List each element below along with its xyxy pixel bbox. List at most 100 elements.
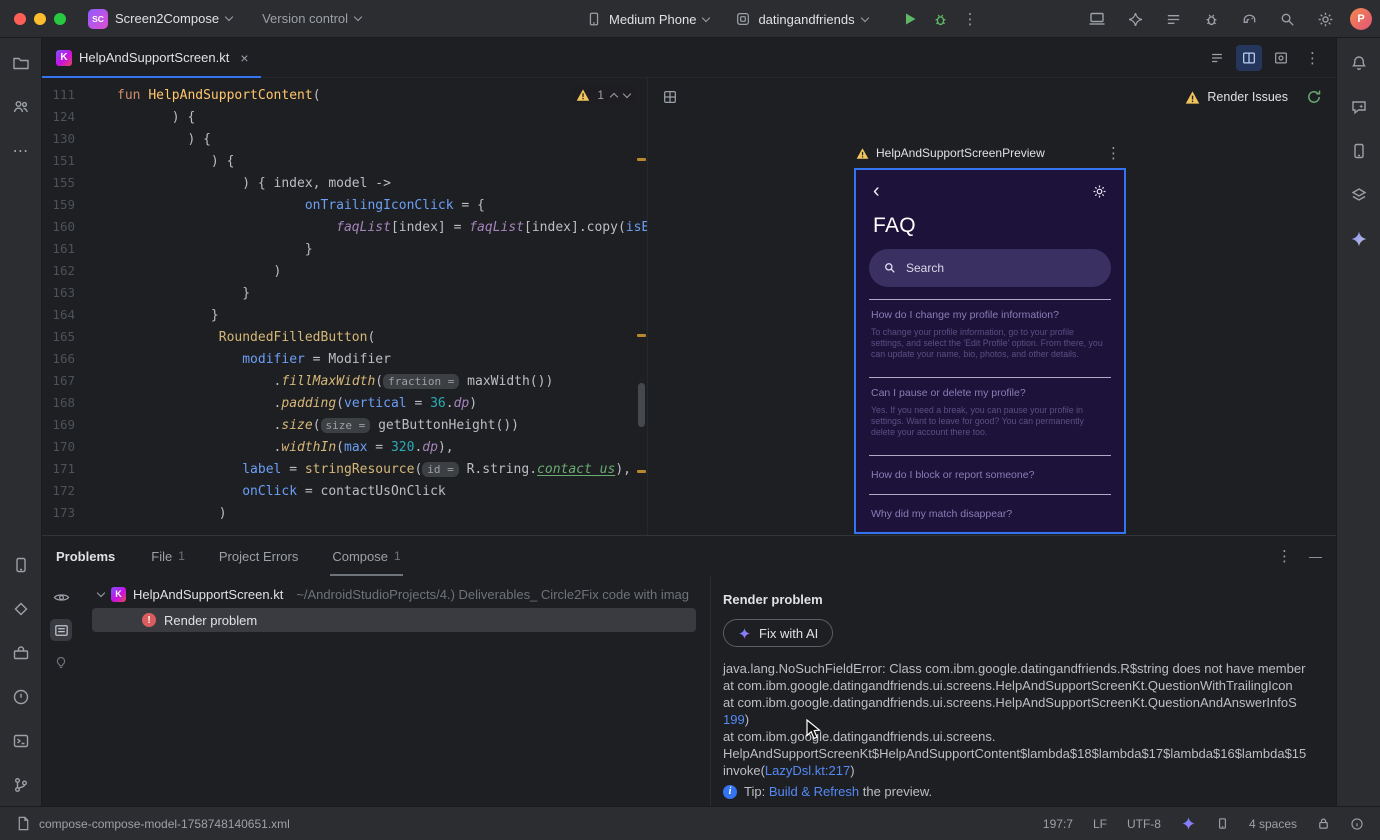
ai-spark-icon[interactable] [1181,816,1196,831]
tab-compose[interactable]: Compose 1 [330,536,404,576]
line-number[interactable]: 173 [42,502,75,524]
preview-layout-icon[interactable] [662,89,678,105]
code-editor[interactable]: 111 fun HelpAndSupportContent(124 ) {130 … [42,78,648,535]
panel-options-icon[interactable]: ⋮ [1277,547,1293,565]
app-inspection-icon[interactable] [1198,6,1224,32]
collaboration-tool-icon[interactable] [8,94,34,120]
more-actions-button[interactable]: ⋮ [963,10,979,28]
terminal-tool-icon[interactable] [8,728,34,754]
device-preview-frame[interactable]: ‹ FAQ Search How do I change my profile … [854,168,1126,534]
line-number[interactable]: 155 [42,172,75,194]
code-area[interactable]: 111 fun HelpAndSupportContent(124 ) {130 … [42,78,647,524]
caret-position[interactable]: 197:7 [1043,817,1073,831]
line-number[interactable]: 124 [42,106,75,128]
previous-issue-icon[interactable] [609,92,619,101]
line-number[interactable]: 130 [42,128,75,150]
refresh-preview-icon[interactable] [1306,89,1322,105]
line-number[interactable]: 161 [42,238,75,260]
preview-issue-icon[interactable] [50,586,72,608]
line-number[interactable]: 167 [42,370,75,392]
line-number[interactable]: 168 [42,392,75,414]
back-arrow-icon[interactable]: ‹ [873,181,880,201]
running-devices-tool-icon[interactable] [8,552,34,578]
gemini-spark-icon[interactable] [1346,226,1372,252]
device-selector[interactable]: Medium Phone [586,11,711,27]
device-explorer-icon[interactable] [1346,138,1372,164]
settings-gear-icon[interactable] [1312,6,1338,32]
file-encoding[interactable]: UTF-8 [1127,817,1161,831]
preview-more-options-icon[interactable]: ⋮ [1106,144,1122,162]
lock-icon[interactable] [1317,817,1330,830]
build-tool-icon[interactable] [8,640,34,666]
git-tool-icon[interactable] [8,772,34,798]
version-control-widget[interactable]: Version control [262,11,363,26]
project-tool-icon[interactable] [8,50,34,76]
faq-item[interactable]: How do I change my profile information? T… [869,300,1111,378]
show-details-icon[interactable] [50,619,72,641]
preview-title-row[interactable]: HelpAndSupportScreenPreview ⋮ [856,144,1128,162]
minimize-window-button[interactable] [34,12,46,25]
faq-item[interactable]: How do I block or report someone? [869,456,1111,495]
run-button[interactable] [902,11,918,27]
more-tool-windows-icon[interactable]: ⋯ [8,138,34,164]
run-configuration-selector[interactable]: datingandfriends [735,11,869,27]
line-number[interactable]: 151 [42,150,75,172]
settings-gear-icon[interactable] [1092,184,1107,199]
gemini-icon[interactable] [1122,6,1148,32]
user-avatar[interactable]: P [1350,8,1372,30]
notifications-status-icon[interactable] [1350,817,1364,831]
line-number[interactable]: 111 [42,84,75,106]
stack-link[interactable]: LazyDsl.kt:217 [765,763,850,778]
line-number[interactable]: 166 [42,348,75,370]
tab-project-errors[interactable]: Project Errors [219,536,298,576]
project-widget[interactable]: SC Screen2Compose [88,8,234,29]
dependencies-tool-icon[interactable] [8,596,34,622]
problem-row-selected[interactable]: ! Render problem [92,608,696,632]
assistant-tool-icon[interactable] [1346,94,1372,120]
problem-file-row[interactable]: K HelpAndSupportScreen.kt ~/AndroidStudi… [80,582,710,606]
line-ending[interactable]: LF [1093,817,1107,831]
search-everywhere-icon[interactable] [1274,6,1300,32]
split-view-icon[interactable] [1236,44,1262,71]
device-icon[interactable] [1216,817,1229,830]
minimize-panel-icon[interactable]: — [1309,549,1322,564]
quick-fix-bulb-icon[interactable] [50,652,72,674]
close-tab-icon[interactable]: × [240,50,248,66]
line-number[interactable]: 159 [42,194,75,216]
layers-tool-icon[interactable] [1346,182,1372,208]
code-view-icon[interactable] [1204,45,1230,71]
inspections-widget[interactable]: 1 [571,86,635,104]
faq-item[interactable]: Can I pause or delete my profile? Yes. If… [869,378,1111,456]
line-number[interactable]: 165 [42,326,75,348]
notifications-bell-icon[interactable] [1346,50,1372,76]
line-number[interactable]: 172 [42,480,75,502]
gradle-icon[interactable] [1236,6,1262,32]
fix-with-ai-button[interactable]: Fix with AI [723,619,834,647]
stack-link[interactable]: 199 [723,712,745,727]
next-issue-icon[interactable] [622,89,632,98]
zoom-window-button[interactable] [54,12,66,25]
line-number[interactable]: 170 [42,436,75,458]
line-number[interactable]: 162 [42,260,75,282]
status-file-name[interactable]: compose-compose-model-1758748140651.xml [39,817,290,831]
tab-file[interactable]: File 1 [151,536,185,576]
line-number[interactable]: 171 [42,458,75,480]
indent-setting[interactable]: 4 spaces [1249,817,1297,831]
logcat-icon[interactable] [1160,6,1186,32]
line-number[interactable]: 169 [42,414,75,436]
running-devices-icon[interactable] [1084,6,1110,32]
faq-search-field[interactable]: Search [869,249,1111,287]
editor-more-options-icon[interactable]: ⋮ [1300,45,1326,71]
debug-button[interactable] [932,11,949,28]
close-window-button[interactable] [14,12,26,25]
line-number[interactable]: 160 [42,216,75,238]
build-refresh-link[interactable]: Build & Refresh [769,784,859,799]
render-issues-button[interactable]: Render Issues [1185,90,1288,105]
line-number[interactable]: 163 [42,282,75,304]
faq-item[interactable]: Why did my match disappear? [869,495,1111,532]
line-number[interactable]: 164 [42,304,75,326]
design-view-icon[interactable] [1268,45,1294,71]
editor-tab[interactable]: K HelpAndSupportScreen.kt × [42,38,261,79]
problems-tool-icon[interactable] [8,684,34,710]
editor-scrollbar[interactable] [638,383,645,427]
